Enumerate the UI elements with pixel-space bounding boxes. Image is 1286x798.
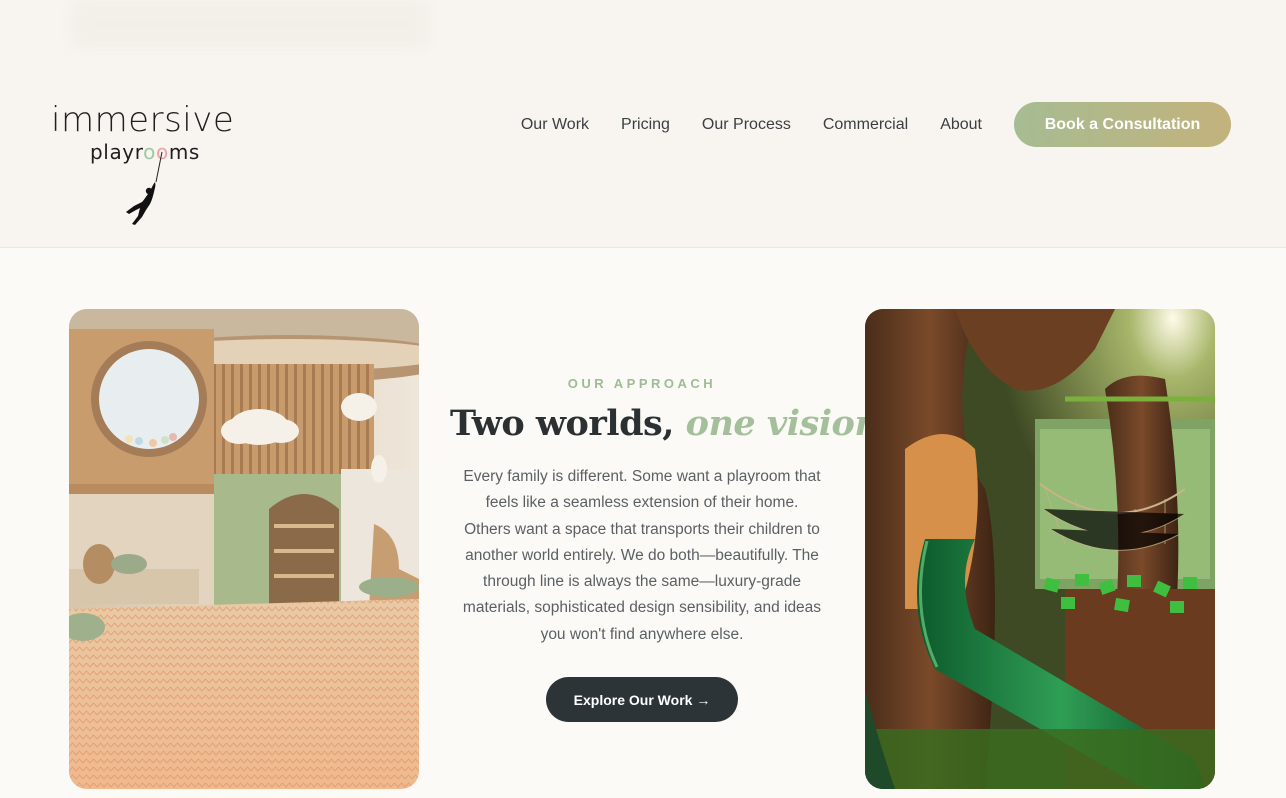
balloon-child-icon bbox=[126, 151, 163, 225]
playroom-photo-right bbox=[865, 309, 1215, 789]
playroom-photo-left bbox=[69, 309, 419, 789]
nav-our-process[interactable]: Our Process bbox=[702, 116, 791, 134]
treehouse-slide-illustration bbox=[865, 309, 1215, 789]
section-heading: Two worlds, one vision bbox=[450, 403, 880, 444]
heading-accent: one vision bbox=[685, 403, 880, 444]
nav-about[interactable]: About bbox=[940, 116, 982, 134]
section-body: Every family is different. Some want a p… bbox=[462, 468, 822, 643]
logo-wordmark: immersive bbox=[51, 100, 235, 140]
nav-commercial[interactable]: Commercial bbox=[823, 116, 908, 134]
nav-pricing[interactable]: Pricing bbox=[621, 116, 670, 134]
heading-plain: Two worlds, bbox=[450, 403, 686, 444]
main-nav: Our Work Pricing Our Process Commercial … bbox=[521, 102, 1231, 147]
wood-playroom-illustration bbox=[69, 309, 419, 789]
logo[interactable]: immersive playrooms bbox=[50, 100, 250, 230]
explore-our-work-button[interactable]: Explore Our Work → bbox=[546, 677, 738, 722]
approach-section: OUR APPROACH Two worlds, one vision Ever… bbox=[450, 370, 880, 648]
book-consultation-button[interactable]: Book a Consultation bbox=[1014, 102, 1231, 147]
header-decoration bbox=[70, 0, 430, 48]
section-eyebrow: OUR APPROACH bbox=[567, 376, 717, 391]
nav-our-work[interactable]: Our Work bbox=[521, 116, 589, 134]
site-header: immersive playrooms Our Work Pricing Our… bbox=[0, 0, 1286, 248]
